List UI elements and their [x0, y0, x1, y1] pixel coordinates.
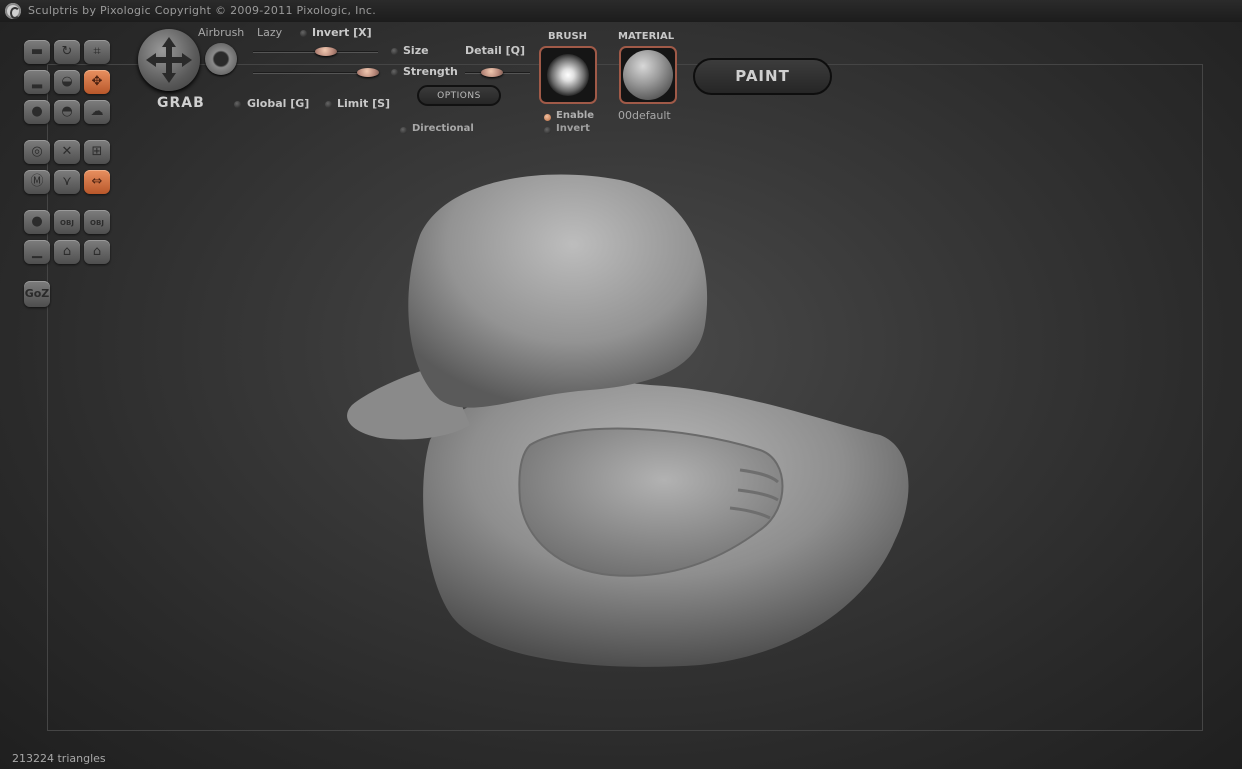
tool-name-label: GRAB	[157, 95, 205, 111]
export-obj-button[interactable]: OBJ	[84, 210, 110, 234]
draw-icon: ▬	[30, 44, 44, 59]
crop-tool-button[interactable]: ⌗	[84, 40, 110, 64]
material-ball-preview	[623, 50, 673, 100]
size-label: Size	[403, 44, 429, 57]
airbrush-toggle[interactable]	[205, 43, 237, 75]
strength-label: Strength	[403, 65, 458, 78]
strength-toggle[interactable]	[391, 69, 398, 76]
mirror-arrows-icon: ⇔	[91, 174, 103, 189]
rotate-tool-button[interactable]: ↻	[54, 40, 80, 64]
mirror-button[interactable]: ⇔	[84, 170, 110, 194]
duck-head	[408, 174, 708, 408]
plane-icon: ▁	[32, 244, 42, 259]
inflate-tool-button[interactable]: ◒	[54, 70, 80, 94]
smooth-tool-button[interactable]: ◓	[54, 100, 80, 124]
detail-slider-knob[interactable]	[481, 68, 503, 77]
crop-icon: ⌗	[93, 44, 101, 59]
brush-enable-toggle[interactable]	[544, 114, 551, 121]
subdivide-icon: ⋎	[62, 174, 72, 189]
import-obj-button[interactable]: OBJ	[54, 210, 80, 234]
grab-tool-indicator	[138, 29, 200, 91]
directional-toggle[interactable]	[400, 127, 407, 134]
pinch-icon: ●	[31, 104, 43, 119]
invert-label: Invert [X]	[312, 26, 372, 39]
invert-toggle[interactable]	[300, 30, 307, 37]
save-file-icon: ⌂	[92, 244, 102, 259]
detail-label: Detail [Q]	[465, 44, 526, 57]
sphere-icon: ●	[31, 214, 43, 229]
options-button[interactable]: OPTIONS	[417, 85, 501, 106]
grab-icon: ✥	[91, 74, 103, 89]
brush-header: BRUSH	[548, 31, 588, 42]
inflate-icon: ◒	[61, 74, 73, 89]
draw-tool-button[interactable]: ▬	[24, 40, 50, 64]
triangle-count: 213224 triangles	[12, 752, 106, 765]
symmetry-icon: ◎	[31, 144, 43, 159]
symmetry-button[interactable]: ◎	[24, 140, 50, 164]
goz-button[interactable]: GoZ	[24, 281, 50, 307]
import-obj-icon: OBJ	[60, 219, 74, 227]
brush-invert-toggle[interactable]	[544, 127, 551, 134]
brush-enable-label: Enable	[556, 110, 595, 121]
open-file-icon: ⌂	[62, 244, 72, 259]
mask-button[interactable]: Ⓜ	[24, 170, 50, 194]
global-toggle[interactable]	[234, 101, 241, 108]
save-file-button[interactable]: ⌂	[84, 240, 110, 264]
new-sphere-button[interactable]: ●	[24, 210, 50, 234]
grab-tool-button[interactable]: ✥	[84, 70, 110, 94]
flatten-tool-button[interactable]: ▂	[24, 70, 50, 94]
reduce-icon: ☁	[90, 104, 104, 119]
subdivide-button[interactable]: ⋎	[54, 170, 80, 194]
strength-slider-knob[interactable]	[357, 68, 379, 77]
grid-icon: ⊞	[91, 144, 103, 159]
smooth-icon: ◓	[61, 104, 73, 119]
move-arrows-icon	[146, 37, 192, 83]
limit-label: Limit [S]	[337, 97, 391, 110]
global-label: Global [G]	[247, 97, 310, 110]
reduce-tool-button[interactable]: ☁	[84, 100, 110, 124]
material-name: 00default	[618, 109, 671, 122]
brush-invert-label: Invert	[556, 123, 590, 134]
size-slider-knob[interactable]	[315, 47, 337, 56]
new-plane-button[interactable]: ▁	[24, 240, 50, 264]
lazy-label: Lazy	[257, 26, 283, 39]
airbrush-label: Airbrush	[198, 26, 245, 39]
brush-alpha-preview	[547, 54, 589, 96]
size-toggle[interactable]	[391, 48, 398, 55]
rotate-icon: ↻	[61, 44, 73, 59]
material-header: MATERIAL	[618, 31, 675, 42]
open-file-button[interactable]: ⌂	[54, 240, 80, 264]
brush-swatch[interactable]	[539, 46, 597, 104]
wireframe-button[interactable]: ✕	[54, 140, 80, 164]
wireframe-icon: ✕	[61, 144, 73, 159]
material-swatch[interactable]	[619, 46, 677, 104]
flatten-icon: ▂	[32, 74, 42, 89]
paint-button[interactable]: PAINT	[693, 58, 832, 95]
directional-label: Directional	[412, 123, 474, 134]
export-obj-icon: OBJ	[90, 219, 104, 227]
mask-icon: Ⓜ	[30, 174, 44, 189]
grid-button[interactable]: ⊞	[84, 140, 110, 164]
limit-toggle[interactable]	[325, 101, 332, 108]
pinch-tool-button[interactable]: ●	[24, 100, 50, 124]
